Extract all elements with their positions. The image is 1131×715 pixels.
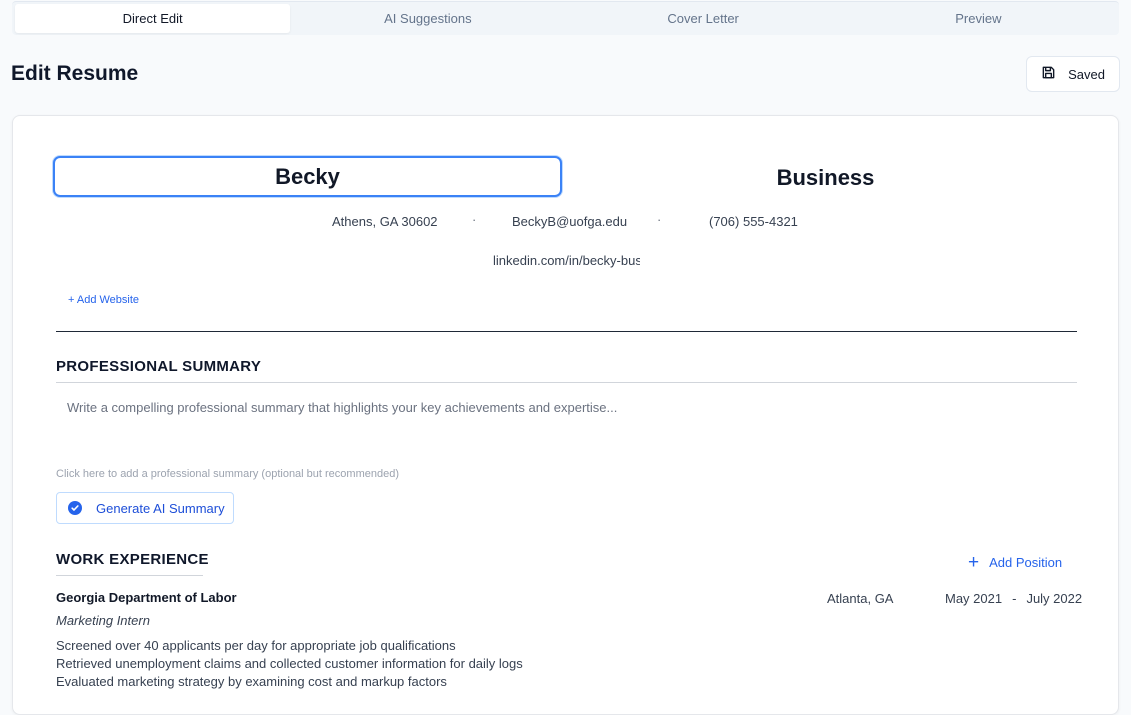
- header-divider: [56, 331, 1077, 332]
- job-bullet[interactable]: Evaluated marketing strategy by examinin…: [56, 673, 523, 691]
- add-position-label: Add Position: [989, 555, 1063, 570]
- linkedin-field[interactable]: linkedin.com/in/becky-bus: [493, 253, 640, 268]
- summary-heading: PROFESSIONAL SUMMARY: [56, 358, 262, 375]
- tab-ai-suggestions[interactable]: AI Suggestions: [290, 4, 565, 33]
- summary-divider: [56, 382, 1077, 383]
- email-field[interactable]: BeckyB@uofga.edu: [512, 214, 627, 229]
- summary-hint: Click here to add a professional summary…: [56, 468, 399, 480]
- save-icon: [1041, 65, 1056, 83]
- job-title[interactable]: Marketing Intern: [56, 613, 150, 628]
- job-company[interactable]: Georgia Department of Labor: [56, 590, 237, 605]
- add-position-button[interactable]: + Add Position: [968, 553, 1062, 572]
- job-bullets: Screened over 40 applicants per day for …: [56, 637, 523, 691]
- job-dates: May 2021 - July 2022: [945, 591, 1082, 606]
- contact-separator: ·: [657, 212, 662, 227]
- experience-divider: [56, 575, 203, 576]
- tab-preview[interactable]: Preview: [841, 4, 1116, 33]
- saved-label: Saved: [1068, 66, 1105, 82]
- generate-ai-summary-button[interactable]: Generate AI Summary: [56, 492, 234, 524]
- job-location[interactable]: Atlanta, GA: [827, 591, 893, 606]
- resume-editor-card: Business Athens, GA 30602 · BeckyB@uofga…: [12, 115, 1119, 715]
- date-separator: -: [1012, 591, 1017, 606]
- location-field[interactable]: Athens, GA 30602: [332, 214, 438, 229]
- first-name-input[interactable]: [53, 156, 562, 197]
- add-website-link[interactable]: + Add Website: [68, 294, 139, 306]
- generate-ai-summary-label: Generate AI Summary: [96, 500, 225, 516]
- saved-button[interactable]: Saved: [1026, 56, 1120, 92]
- plus-icon: +: [968, 552, 980, 573]
- experience-heading: WORK EXPERIENCE: [56, 551, 209, 568]
- job-bullet[interactable]: Retrieved unemployment claims and collec…: [56, 655, 523, 673]
- page-title: Edit Resume: [11, 62, 139, 85]
- job-end-date[interactable]: July 2022: [1026, 591, 1082, 606]
- tab-bar: Direct Edit AI Suggestions Cover Letter …: [12, 1, 1119, 35]
- tab-cover-letter[interactable]: Cover Letter: [566, 4, 841, 33]
- last-name-field[interactable]: Business: [713, 165, 938, 191]
- job-start-date[interactable]: May 2021: [945, 591, 1002, 606]
- phone-field[interactable]: (706) 555-4321: [709, 214, 798, 229]
- tab-direct-edit[interactable]: Direct Edit: [15, 4, 291, 33]
- contact-separator: ·: [472, 212, 477, 227]
- summary-input[interactable]: Write a compelling professional summary …: [67, 400, 617, 415]
- check-circle-icon: [68, 501, 82, 515]
- job-bullet[interactable]: Screened over 40 applicants per day for …: [56, 637, 523, 655]
